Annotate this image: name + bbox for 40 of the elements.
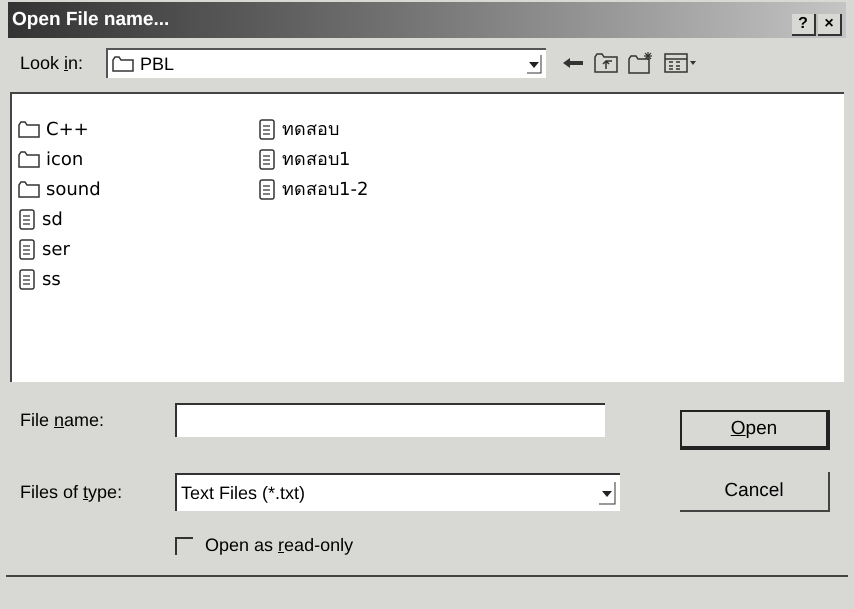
new-folder-icon[interactable] bbox=[628, 52, 654, 74]
look-in-dropdown[interactable]: PBL bbox=[106, 48, 546, 78]
text-file-icon bbox=[18, 208, 36, 230]
up-folder-icon[interactable] bbox=[594, 53, 618, 73]
text-file-icon bbox=[18, 238, 36, 260]
file-name-label: File name: bbox=[20, 408, 106, 432]
read-only-checkbox[interactable] bbox=[175, 536, 193, 554]
folder-item[interactable]: icon bbox=[18, 146, 84, 172]
file-name-field[interactable] bbox=[175, 403, 605, 437]
folder-icon bbox=[112, 56, 134, 72]
dropdown-arrow-icon[interactable] bbox=[526, 54, 542, 74]
file-item[interactable]: sd bbox=[18, 206, 63, 232]
text-file-icon bbox=[258, 118, 276, 140]
open-button[interactable]: Open bbox=[680, 410, 830, 450]
help-button[interactable]: ? bbox=[792, 14, 816, 36]
file-type-value: Text Files (*.txt) bbox=[181, 482, 306, 505]
folder-icon bbox=[18, 150, 40, 168]
folder-item[interactable]: sound bbox=[18, 176, 101, 202]
file-type-label: Files of type: bbox=[20, 480, 124, 504]
file-item[interactable]: ทดสอบ1 bbox=[258, 146, 350, 172]
view-menu-icon[interactable] bbox=[664, 53, 698, 73]
folder-icon bbox=[18, 180, 40, 198]
read-only-label: Open as read-only bbox=[205, 534, 354, 557]
file-type-dropdown[interactable]: Text Files (*.txt) bbox=[175, 473, 620, 511]
text-file-icon bbox=[258, 148, 276, 170]
dropdown-arrow-icon[interactable] bbox=[598, 481, 616, 505]
file-item[interactable]: ss bbox=[18, 266, 61, 292]
file-item[interactable]: ทดสอบ1-2 bbox=[258, 176, 368, 202]
file-item[interactable]: ทดสอบ bbox=[258, 116, 339, 142]
folder-item[interactable]: C++ bbox=[18, 116, 89, 142]
look-in-value: PBL bbox=[140, 52, 176, 76]
look-in-label: Look in: bbox=[20, 52, 84, 74]
close-button[interactable]: × bbox=[818, 14, 842, 36]
text-file-icon bbox=[258, 178, 276, 200]
text-file-icon bbox=[18, 268, 36, 290]
folder-icon bbox=[18, 120, 40, 138]
cancel-button[interactable]: Cancel bbox=[680, 472, 830, 512]
back-arrow-icon[interactable] bbox=[562, 56, 584, 70]
file-item[interactable]: ser bbox=[18, 236, 70, 262]
window-title: Open File name... bbox=[12, 8, 170, 32]
